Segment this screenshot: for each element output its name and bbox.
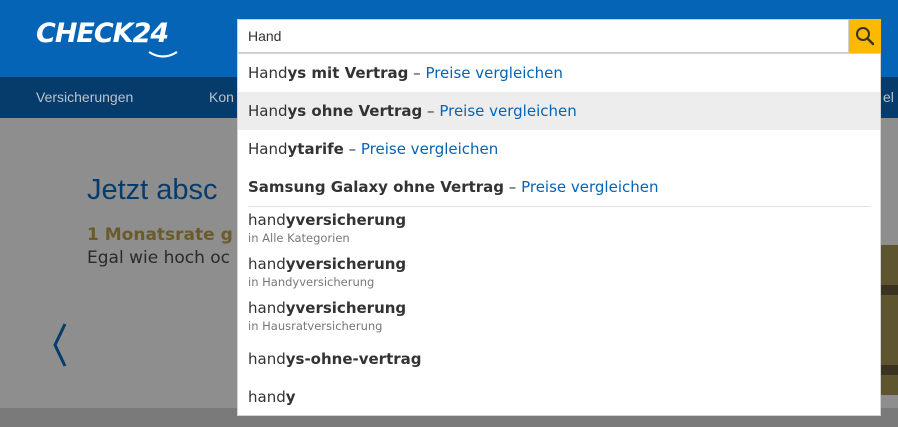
search-box (237, 19, 849, 53)
query-suggestion[interactable]: handyversicherung in Alle Kategorien (238, 211, 880, 251)
check24-logo[interactable]: CHECK24 (36, 18, 169, 49)
suggestion-item[interactable]: Samsung Galaxy ohne Vertrag – Preise ver… (238, 168, 880, 206)
query-prefix: hand (248, 211, 286, 229)
query-suggestion[interactable]: handyversicherung in Handyversicherung (238, 255, 880, 295)
suggestion-prefix: Hand (248, 102, 288, 120)
hero-title: Jetzt absc (87, 174, 218, 206)
query-completion: yversicherung (285, 211, 407, 229)
query-suggestion[interactable]: handyversicherung in Hausratversicherung (238, 299, 880, 339)
query-completion: ys-ohne-vertrag (285, 350, 422, 368)
query-completion: yversicherung (285, 299, 407, 317)
suggestion-item-highlighted[interactable]: Handys ohne Vertrag – Preise vergleichen (238, 92, 880, 130)
query-category: in Handyversicherung (248, 275, 375, 289)
query-completion: yversicherung (285, 255, 407, 273)
query-completion: y (285, 388, 296, 406)
suggestion-completion: ytarife (287, 140, 344, 158)
nav-item-hotel[interactable]: el (883, 89, 894, 105)
suggestion-separator: – (504, 178, 522, 196)
query-category: in Hausratversicherung (248, 319, 383, 333)
search-input[interactable] (238, 20, 848, 52)
suggestion-prefix: Hand (248, 140, 288, 158)
compare-prices-link[interactable]: Preise vergleichen (521, 178, 658, 196)
query-category: in Alle Kategorien (248, 231, 350, 245)
query-suggestion[interactable]: handys-ohne-vertrag (238, 340, 880, 378)
compare-prices-link[interactable]: Preise vergleichen (425, 64, 562, 82)
query-prefix: hand (248, 299, 286, 317)
nav-item-versicherungen[interactable]: Versicherungen (36, 89, 133, 105)
suggestions-divider (248, 206, 871, 207)
suggestion-completion: Samsung Galaxy ohne Vertrag (248, 178, 505, 196)
query-prefix: hand (248, 388, 286, 406)
suggestion-completion: ys ohne Vertrag (287, 102, 423, 120)
hero-text: Egal wie hoch oc (87, 248, 231, 268)
logo-swoosh-icon (148, 51, 178, 58)
suggestion-item[interactable]: Handys mit Vertrag – Preise vergleichen (238, 54, 880, 92)
suggestion-separator: – (408, 64, 426, 82)
query-prefix: hand (248, 255, 286, 273)
compare-prices-link[interactable]: Preise vergleichen (439, 102, 576, 120)
suggestion-item[interactable]: Handytarife – Preise vergleichen (238, 130, 880, 168)
search-button[interactable] (849, 19, 881, 53)
nav-item-konten[interactable]: Kon (209, 89, 234, 105)
query-prefix: hand (248, 350, 286, 368)
suggestion-prefix: Hand (248, 64, 288, 82)
suggestion-completion: ys mit Vertrag (287, 64, 409, 82)
hero-subtitle: 1 Monatsrate g (87, 225, 233, 245)
search-suggestions: Handys mit Vertrag – Preise vergleichen … (237, 53, 881, 416)
query-suggestion[interactable]: handy (238, 378, 880, 416)
compare-prices-link[interactable]: Preise vergleichen (361, 140, 498, 158)
search-icon (856, 27, 875, 46)
carousel-prev-icon[interactable] (51, 320, 69, 370)
suggestion-separator: – (422, 102, 440, 120)
suggestion-separator: – (343, 140, 361, 158)
